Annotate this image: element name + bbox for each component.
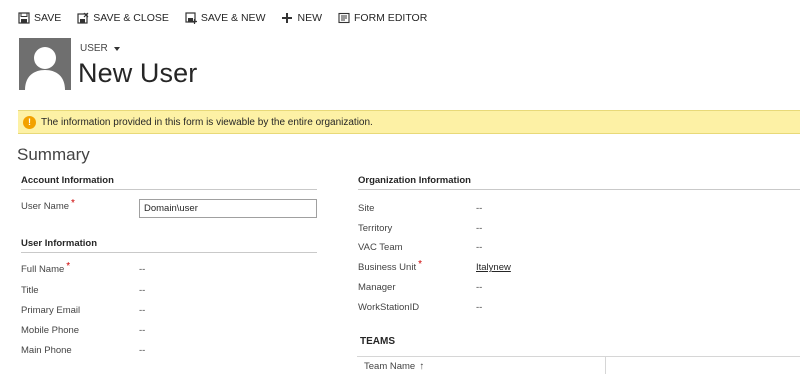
save-and-close-label: SAVE & CLOSE xyxy=(93,12,169,24)
save-icon xyxy=(18,12,30,24)
title-value[interactable]: -- xyxy=(139,285,145,296)
full-name-label-text: Full Name xyxy=(21,264,65,275)
primary-email-label: Primary Email xyxy=(21,305,81,316)
teams-subgrid: Team Name ↑ xyxy=(357,356,800,374)
user-name-label: User Name * xyxy=(21,198,75,212)
site-value[interactable]: -- xyxy=(476,203,482,214)
vac-team-value[interactable]: -- xyxy=(476,242,482,253)
notification-bar: ! The information provided in this form … xyxy=(18,110,800,134)
mobile-phone-label: Mobile Phone xyxy=(21,325,80,336)
command-bar: SAVE SAVE & CLOSE SAVE & NEW NEW FORM ED… xyxy=(0,0,800,36)
entity-type-selector[interactable]: USER xyxy=(80,43,120,54)
sort-ascending-icon: ↑ xyxy=(419,361,425,372)
required-marker: * xyxy=(66,261,71,272)
mobile-phone-value[interactable]: -- xyxy=(139,325,145,336)
workstation-id-value[interactable]: -- xyxy=(476,302,482,313)
team-name-column-label: Team Name xyxy=(364,361,416,372)
notification-text: The information provided in this form is… xyxy=(41,116,373,128)
user-avatar[interactable] xyxy=(19,38,71,90)
user-name-label-text: User Name xyxy=(21,201,70,212)
teams-subgrid-title: TEAMS xyxy=(360,336,395,347)
manager-label: Manager xyxy=(358,282,396,293)
entity-type-label: USER xyxy=(80,43,108,54)
column-divider xyxy=(605,357,606,374)
territory-label: Territory xyxy=(358,223,393,234)
form-editor-icon xyxy=(338,12,350,24)
workstation-id-label: WorkStationID xyxy=(358,302,420,313)
manager-value[interactable]: -- xyxy=(476,282,482,293)
person-silhouette-icon xyxy=(25,47,65,90)
title-label: Title xyxy=(21,285,39,296)
form-editor-button[interactable]: FORM EDITOR xyxy=(338,8,427,28)
new-label: NEW xyxy=(297,12,322,24)
business-unit-label: Business Unit * xyxy=(358,259,422,273)
account-information-heading: Account Information xyxy=(21,175,317,190)
main-phone-value[interactable]: -- xyxy=(139,345,145,356)
form-editor-label: FORM EDITOR xyxy=(353,12,428,24)
save-close-icon xyxy=(77,12,89,24)
save-and-new-label: SAVE & NEW xyxy=(200,12,266,24)
territory-value[interactable]: -- xyxy=(476,223,482,234)
team-name-column-header[interactable]: Team Name ↑ xyxy=(364,361,424,372)
save-label: SAVE xyxy=(34,12,62,24)
save-and-new-button[interactable]: SAVE & NEW xyxy=(185,8,266,28)
business-unit-label-text: Business Unit xyxy=(358,262,417,273)
save-new-icon xyxy=(185,12,197,24)
save-and-close-button[interactable]: SAVE & CLOSE xyxy=(77,8,169,28)
record-title: New User xyxy=(78,58,198,88)
business-unit-link[interactable]: Italynew xyxy=(476,262,511,273)
user-information-heading: User Information xyxy=(21,238,317,253)
full-name-value[interactable]: -- xyxy=(139,264,145,275)
user-name-input[interactable] xyxy=(139,199,317,218)
site-label: Site xyxy=(358,203,375,214)
primary-email-value[interactable]: -- xyxy=(139,305,145,316)
warning-icon: ! xyxy=(23,115,36,129)
required-marker: * xyxy=(71,198,75,209)
required-marker: * xyxy=(418,259,422,270)
main-phone-label: Main Phone xyxy=(21,345,72,356)
new-button[interactable]: NEW xyxy=(281,8,322,28)
section-title: Summary xyxy=(17,145,90,164)
full-name-label: Full Name * xyxy=(21,261,71,275)
plus-icon xyxy=(282,13,293,23)
save-button[interactable]: SAVE xyxy=(18,8,61,28)
caret-down-icon xyxy=(113,46,120,51)
vac-team-label: VAC Team xyxy=(358,242,403,253)
organization-information-heading: Organization Information xyxy=(358,175,800,190)
